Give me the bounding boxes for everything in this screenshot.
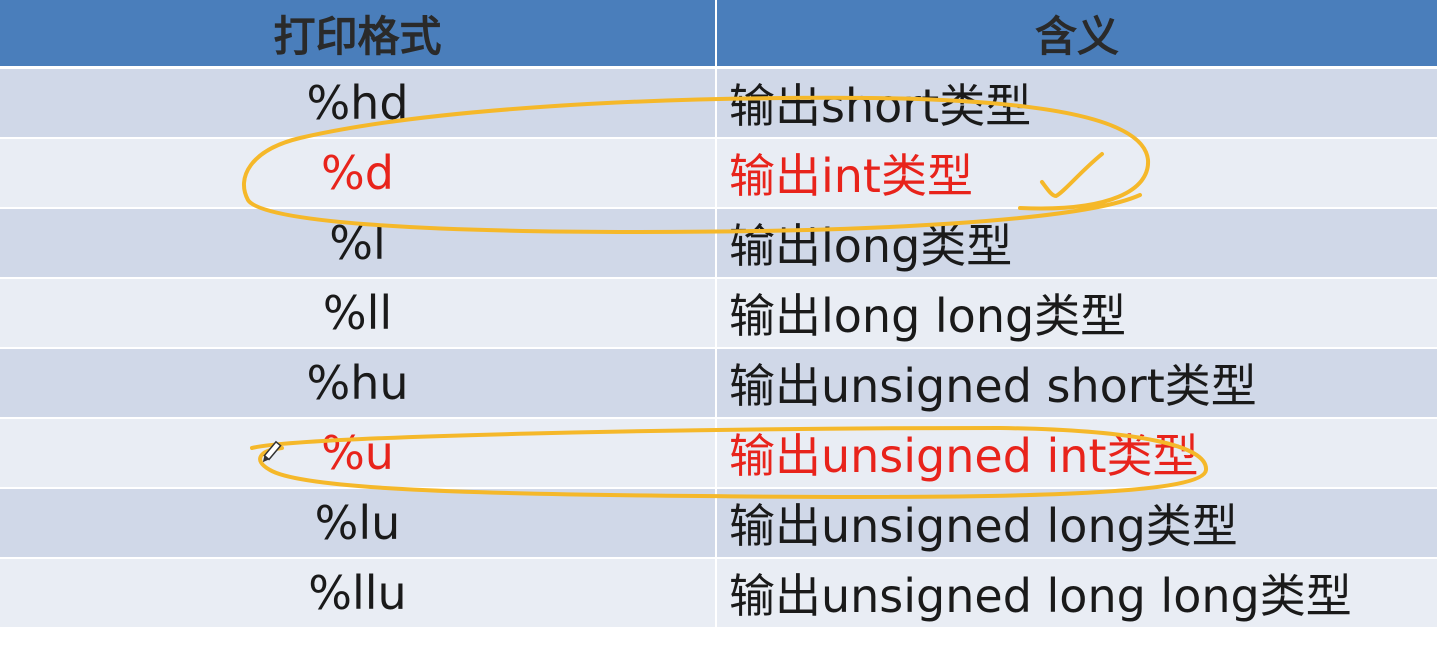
meaning-cell: 输出int类型 bbox=[716, 138, 1438, 209]
table-row: %hu 输出unsigned short类型 bbox=[0, 348, 1438, 419]
slide: 打印格式 含义 %hd 输出short类型 %d 输出int类型 %l 输出lo… bbox=[0, 0, 1438, 645]
format-cell: %ll bbox=[0, 278, 717, 349]
format-cell: %llu bbox=[0, 558, 717, 629]
table-row-highlighted: %d 输出int类型 bbox=[0, 138, 1438, 209]
format-cell: %u bbox=[0, 418, 717, 489]
table-row: %l 输出long类型 bbox=[0, 208, 1438, 279]
meaning-cell: 输出long类型 bbox=[716, 208, 1438, 279]
table-row: %lu 输出unsigned long类型 bbox=[0, 488, 1438, 559]
meaning-cell: 输出long long类型 bbox=[716, 278, 1438, 349]
meaning-cell: 输出unsigned long long类型 bbox=[716, 558, 1438, 629]
table-row: %llu 输出unsigned long long类型 bbox=[0, 558, 1438, 629]
table-row: %hd 输出short类型 bbox=[0, 67, 1438, 139]
meaning-cell: 输出unsigned int类型 bbox=[716, 418, 1438, 489]
table-row-highlighted: %u 输出unsigned int类型 bbox=[0, 418, 1438, 489]
header-meaning: 含义 bbox=[716, 0, 1438, 69]
meaning-cell: 输出unsigned short类型 bbox=[716, 348, 1438, 419]
format-cell: %l bbox=[0, 208, 717, 279]
format-cell: %d bbox=[0, 138, 717, 209]
format-table: 打印格式 含义 %hd 输出short类型 %d 输出int类型 %l 输出lo… bbox=[0, 0, 1438, 629]
meaning-cell: 输出unsigned long类型 bbox=[716, 488, 1438, 559]
table-header-row: 打印格式 含义 bbox=[0, 0, 1438, 69]
format-cell: %hu bbox=[0, 348, 717, 419]
table-row: %ll 输出long long类型 bbox=[0, 278, 1438, 349]
meaning-cell: 输出short类型 bbox=[716, 67, 1438, 139]
header-format: 打印格式 bbox=[0, 0, 717, 69]
format-cell: %hd bbox=[0, 67, 717, 139]
format-cell: %lu bbox=[0, 488, 717, 559]
